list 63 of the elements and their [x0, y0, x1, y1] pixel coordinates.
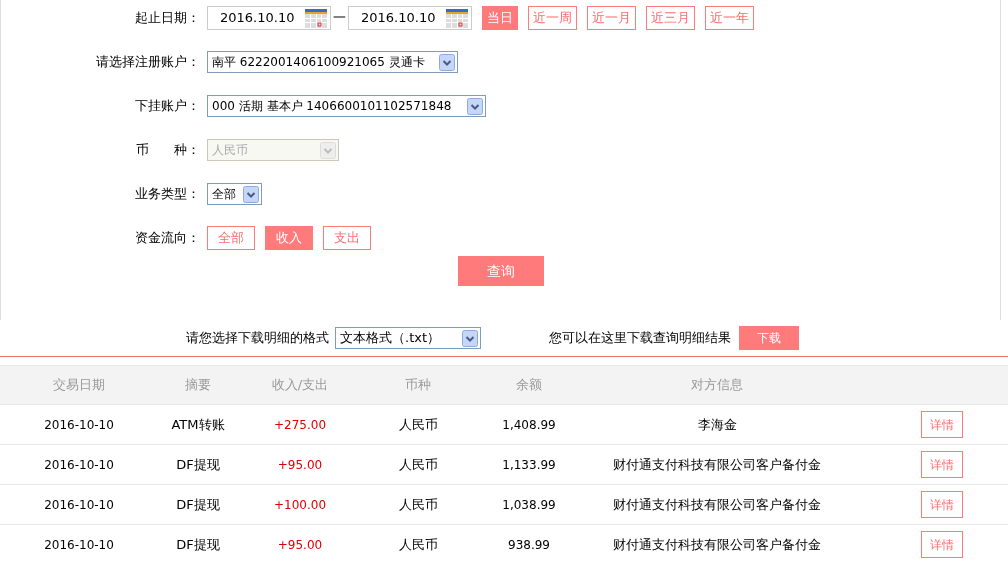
- details-button[interactable]: 详情: [921, 491, 963, 518]
- details-button[interactable]: 详情: [921, 411, 963, 438]
- field-label: 资金流向：: [135, 229, 200, 248]
- calendar-icon[interactable]: [446, 8, 468, 28]
- table-cell-text: 人民币: [398, 535, 438, 554]
- dropdown[interactable]: 000 活期 基本户 1406600101102571848: [207, 95, 486, 117]
- download-hint: 您可以在这里下载查询明细结果: [549, 329, 731, 348]
- details-button[interactable]: 详情: [921, 531, 963, 558]
- field-label: 种：: [174, 141, 200, 160]
- table-cell-text: 人民币: [398, 455, 438, 474]
- table-cell-text: +100.00: [273, 496, 326, 514]
- table-cell-text: 938.99: [508, 536, 550, 554]
- field-label: 下挂账户：: [135, 97, 200, 116]
- table-cell-text: 2016-10-10: [44, 416, 114, 434]
- column-header: 摘要: [185, 376, 211, 395]
- date-field[interactable]: 2016.10.10: [207, 6, 331, 30]
- table-cell-text: 1,408.99: [502, 416, 556, 434]
- table-cell-text: 李海金: [697, 415, 737, 434]
- field-label: 起止日期：: [135, 9, 200, 28]
- range-button[interactable]: 当日: [482, 6, 518, 30]
- flow-option-button[interactable]: 支出: [323, 226, 371, 250]
- date-separator: 一: [333, 9, 346, 28]
- date-field[interactable]: 2016.10.10: [348, 6, 472, 30]
- range-button[interactable]: 近三月: [646, 6, 695, 30]
- table-cell-text: ATM转账: [171, 415, 225, 434]
- field-label: 请选择注册账户：: [96, 53, 200, 72]
- download-button[interactable]: 下载: [739, 326, 799, 350]
- dropdown[interactable]: 南平 6222001406100921065 灵通卡: [207, 51, 458, 73]
- field-label: 币: [136, 141, 149, 160]
- query-button[interactable]: 查询: [458, 256, 544, 286]
- range-button[interactable]: 近一年: [705, 6, 754, 30]
- calendar-icon[interactable]: [305, 8, 327, 28]
- format-label: 请您选择下载明细的格式: [186, 329, 329, 348]
- format-dropdown[interactable]: 文本格式（.txt）: [335, 327, 481, 349]
- column-header: 交易日期: [53, 376, 105, 395]
- table-cell-text: DF提现: [176, 535, 220, 554]
- table-cell-text: 1,133.99: [502, 456, 556, 474]
- column-header: 收入/支出: [271, 376, 329, 395]
- flow-option-button[interactable]: 全部: [207, 226, 255, 250]
- table-cell-text: 财付通支付科技有限公司客户备付金: [613, 495, 821, 514]
- table-cell-text: +275.00: [273, 416, 326, 434]
- column-header: 币种: [405, 376, 431, 395]
- details-button[interactable]: 详情: [921, 451, 963, 478]
- dropdown: 人民币: [207, 139, 339, 161]
- flow-option-button[interactable]: 收入: [265, 226, 313, 250]
- table-cell-text: 2016-10-10: [44, 456, 114, 474]
- table-cell-text: 2016-10-10: [44, 536, 114, 554]
- table-cell-text: DF提现: [176, 455, 220, 474]
- dropdown[interactable]: 全部: [207, 183, 262, 205]
- range-button[interactable]: 近一月: [587, 6, 636, 30]
- range-button[interactable]: 近一周: [528, 6, 577, 30]
- table-cell-text: 财付通支付科技有限公司客户备付金: [613, 455, 821, 474]
- column-header: 余额: [516, 376, 542, 395]
- table-cell-text: 2016-10-10: [44, 496, 114, 514]
- column-header: 对方信息: [691, 376, 743, 395]
- table-cell-text: DF提现: [176, 495, 220, 514]
- field-label: 业务类型：: [135, 185, 200, 204]
- table-cell-text: +95.00: [277, 536, 323, 554]
- table-cell-text: 人民币: [398, 415, 438, 434]
- table-cell-text: 人民币: [398, 495, 438, 514]
- table-cell-text: 1,038.99: [502, 496, 556, 514]
- table-cell-text: +95.00: [277, 456, 323, 474]
- table-cell-text: 财付通支付科技有限公司客户备付金: [613, 535, 821, 554]
